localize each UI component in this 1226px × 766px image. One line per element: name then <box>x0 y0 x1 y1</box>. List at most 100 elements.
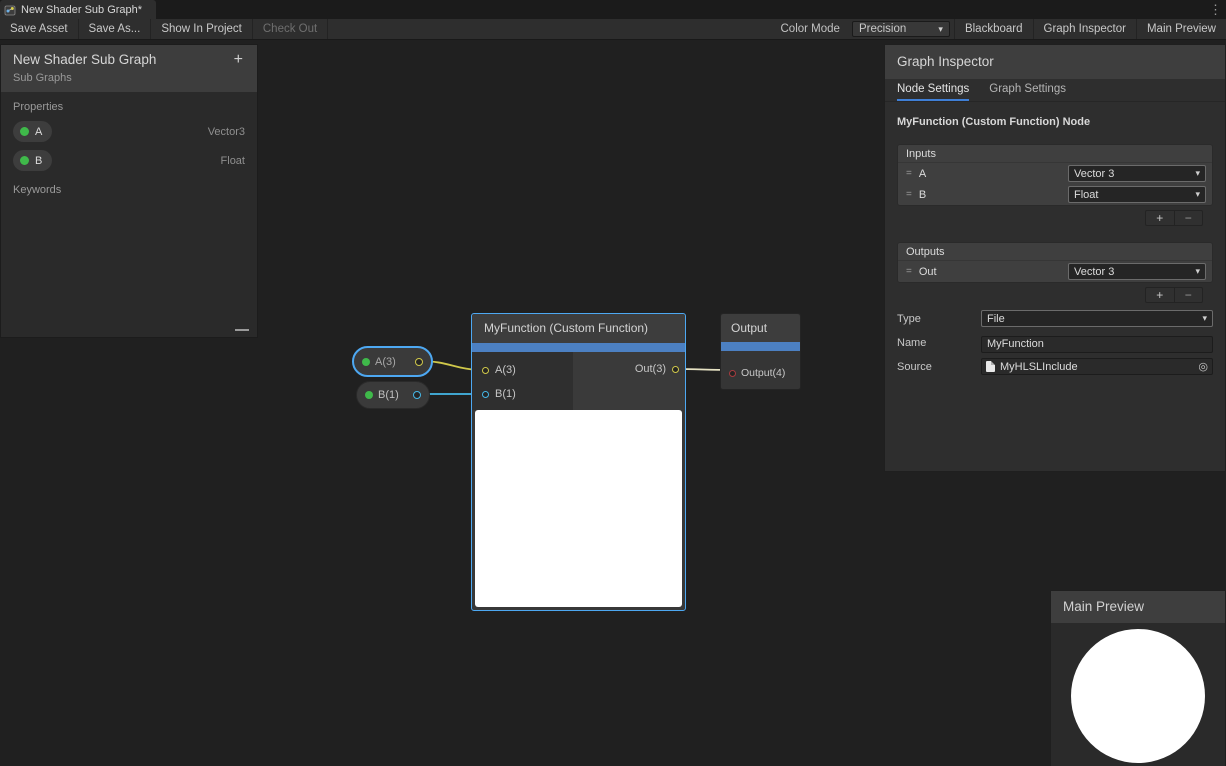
properties-section-header[interactable]: Properties <box>1 92 257 117</box>
dropdown-value: Vector 3 <box>1074 168 1114 180</box>
object-picker-icon[interactable]: ◎ <box>1198 360 1208 373</box>
chevron-down-icon: ▾ <box>1202 313 1207 324</box>
tab-new-shader-sub-graph[interactable]: New Shader Sub Graph* <box>0 0 156 19</box>
output-type-dropdown[interactable]: Vector 3 ▾ <box>1068 263 1206 280</box>
port-dot-icon[interactable] <box>729 370 736 377</box>
outputs-background <box>573 352 685 410</box>
input-a-type-dropdown[interactable]: Vector 3 ▾ <box>1068 165 1206 182</box>
property-pill-b[interactable]: B <box>13 150 52 171</box>
node-precision-strip <box>721 342 800 351</box>
port-dot-icon[interactable] <box>672 366 679 373</box>
property-node-b[interactable]: B(1) <box>356 381 430 409</box>
inspector-tabs: Node Settings Graph Settings <box>885 79 1225 102</box>
node-title[interactable]: Output <box>721 314 800 342</box>
property-node-label: B(1) <box>378 389 399 401</box>
port-label: Output(4) <box>741 367 785 379</box>
precision-value: Precision <box>859 23 906 35</box>
source-label: Source <box>897 361 981 373</box>
inputs-add-remove-bar: + − <box>1145 210 1203 226</box>
input-name: B <box>919 189 926 201</box>
port-dot-icon[interactable] <box>482 367 489 374</box>
resize-handle[interactable] <box>235 329 249 331</box>
graph-inspector-toggle-button[interactable]: Graph Inspector <box>1033 19 1136 39</box>
blackboard-title: New Shader Sub Graph <box>13 52 156 67</box>
show-in-project-button[interactable]: Show In Project <box>151 19 253 39</box>
file-icon <box>986 361 995 372</box>
property-color-dot <box>20 127 29 136</box>
subgraph-asset-icon <box>4 4 16 16</box>
dropdown-value: Float <box>1074 189 1098 201</box>
property-name: B <box>35 155 42 167</box>
output-node[interactable]: Output Output(4) <box>720 313 801 390</box>
exposed-property-dot <box>365 391 373 399</box>
tab-node-settings[interactable]: Node Settings <box>897 79 969 101</box>
property-pill-a[interactable]: A <box>13 121 52 142</box>
drag-handle-icon[interactable]: = <box>906 168 912 179</box>
input-row-b[interactable]: = B Float ▾ <box>898 184 1212 205</box>
property-b-output-port[interactable] <box>413 391 421 399</box>
add-output-button[interactable]: + <box>1146 288 1174 302</box>
dropdown-value: File <box>987 313 1005 325</box>
property-type: Float <box>221 155 245 167</box>
precision-dropdown[interactable]: Precision ▾ <box>852 21 950 37</box>
output-port-out[interactable]: Out(3) <box>635 363 679 375</box>
blackboard-header[interactable]: New Shader Sub Graph + Sub Graphs <box>1 45 257 92</box>
source-type-dropdown[interactable]: File ▾ <box>981 310 1213 327</box>
graph-inspector-panel: Graph Inspector Node Settings Graph Sett… <box>884 44 1226 472</box>
node-settings-heading: MyFunction (Custom Function) Node <box>897 116 1213 128</box>
remove-input-button[interactable]: − <box>1174 211 1203 225</box>
output-row-out[interactable]: = Out Vector 3 ▾ <box>898 261 1212 282</box>
chevron-down-icon: ▾ <box>1195 189 1200 200</box>
check-out-button: Check Out <box>253 19 328 39</box>
blackboard-property-row[interactable]: A Vector3 <box>1 117 257 146</box>
graph-canvas[interactable]: A(3) B(1) MyFunction (Custom Function) A… <box>0 40 1226 766</box>
property-a-output-port[interactable] <box>415 358 423 366</box>
port-dot-icon[interactable] <box>482 391 489 398</box>
property-node-a[interactable]: A(3) <box>352 346 433 377</box>
outputs-box-header: Outputs <box>898 243 1212 261</box>
tab-graph-settings[interactable]: Graph Settings <box>989 79 1066 101</box>
save-asset-button[interactable]: Save Asset <box>0 19 79 39</box>
input-name: A <box>919 168 926 180</box>
preview-sphere <box>1071 629 1205 763</box>
save-as-button[interactable]: Save As... <box>79 19 152 39</box>
add-property-button[interactable]: + <box>230 53 247 67</box>
property-node-label: A(3) <box>375 356 396 368</box>
input-port-a[interactable]: A(3) <box>482 364 516 376</box>
node-title[interactable]: MyFunction (Custom Function) <box>472 314 685 343</box>
chevron-down-icon: ▾ <box>938 24 943 35</box>
main-preview-title[interactable]: Main Preview <box>1051 591 1225 623</box>
custom-function-node[interactable]: MyFunction (Custom Function) A(3) B(1) O… <box>471 313 686 611</box>
keywords-section-header[interactable]: Keywords <box>1 175 257 200</box>
input-port-b[interactable]: B(1) <box>482 388 516 400</box>
output-node-port[interactable]: Output(4) <box>721 351 800 379</box>
inputs-box-header: Inputs <box>898 145 1212 163</box>
input-b-type-dropdown[interactable]: Float ▾ <box>1068 186 1206 203</box>
chevron-down-icon: ▾ <box>1195 168 1200 179</box>
exposed-property-dot <box>362 358 370 366</box>
outputs-box: Outputs = Out Vector 3 ▾ <box>897 242 1213 283</box>
input-row-a[interactable]: = A Vector 3 ▾ <box>898 163 1212 184</box>
drag-handle-icon[interactable]: = <box>906 266 912 277</box>
function-name-input[interactable] <box>981 336 1213 353</box>
main-preview-toggle-button[interactable]: Main Preview <box>1136 19 1226 39</box>
inspector-body: MyFunction (Custom Function) Node Inputs… <box>885 102 1225 375</box>
blackboard-toggle-button[interactable]: Blackboard <box>954 19 1033 39</box>
type-field-row: Type File ▾ <box>897 310 1213 327</box>
overflow-menu-icon[interactable]: ⋮ <box>1209 1 1222 18</box>
port-label: B(1) <box>495 388 516 400</box>
graph-inspector-title[interactable]: Graph Inspector <box>885 45 1225 79</box>
drag-handle-icon[interactable]: = <box>906 189 912 200</box>
port-label: A(3) <box>495 364 516 376</box>
remove-output-button[interactable]: − <box>1174 288 1203 302</box>
blackboard-panel: New Shader Sub Graph + Sub Graphs Proper… <box>0 44 258 338</box>
main-preview-panel: Main Preview <box>1050 590 1226 766</box>
node-port-area: A(3) B(1) Out(3) <box>472 352 685 410</box>
tab-label: New Shader Sub Graph* <box>21 4 142 16</box>
property-name: A <box>35 126 42 138</box>
main-preview-body[interactable] <box>1051 623 1225 766</box>
blackboard-property-row[interactable]: B Float <box>1 146 257 175</box>
add-input-button[interactable]: + <box>1146 211 1174 225</box>
source-object-name: MyHLSLInclude <box>1000 361 1078 373</box>
source-object-field[interactable]: MyHLSLInclude ◎ <box>981 358 1213 375</box>
